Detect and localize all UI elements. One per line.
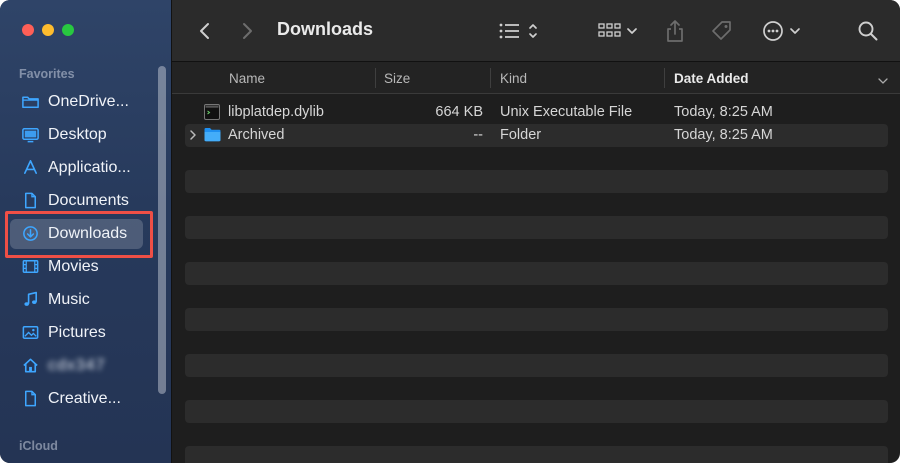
ellipsis-circle-icon: [762, 20, 804, 42]
column-divider[interactable]: [664, 68, 665, 88]
empty-row: [185, 216, 888, 239]
sidebar-item-label: Creative...: [48, 389, 121, 407]
back-button[interactable]: [198, 0, 212, 62]
empty-row: [185, 170, 888, 193]
sidebar-item-pictures[interactable]: Pictures: [0, 316, 172, 349]
sidebar-section-favorites: Favorites: [19, 67, 75, 81]
document-icon: [20, 191, 40, 211]
file-date-added: Today, 8:25 AM: [674, 127, 773, 143]
file-name: Archived: [228, 127, 285, 143]
sidebar-item-label: Music: [48, 290, 90, 308]
sidebar-section-icloud: iCloud: [19, 439, 58, 453]
empty-row: [185, 423, 888, 446]
file-size: --: [473, 127, 483, 143]
window-controls: [22, 24, 74, 36]
view-mode-button[interactable]: [498, 0, 542, 62]
executable-file-icon: [204, 104, 220, 124]
tag-button[interactable]: [710, 0, 734, 62]
column-divider[interactable]: [375, 68, 376, 88]
empty-row: [185, 331, 888, 354]
close-window-button[interactable]: [22, 24, 34, 36]
zoom-window-button[interactable]: [62, 24, 74, 36]
cloud-folder-icon: [20, 92, 40, 112]
desktop-icon: [20, 125, 40, 145]
sidebar-item-label: Movies: [48, 257, 99, 275]
finder-window: Favorites OneDrive... Desktop Applicatio…: [0, 0, 900, 463]
file-kind: Folder: [500, 127, 542, 143]
sidebar-item-label: Pictures: [48, 323, 106, 341]
disclosure-triangle-icon[interactable]: [189, 129, 197, 145]
column-header-size[interactable]: Size: [384, 62, 410, 94]
empty-row: [185, 239, 888, 262]
home-icon: [20, 356, 40, 376]
file-row[interactable]: libplatdep.dylib 664 KB Unix Executable …: [185, 101, 888, 124]
toolbar: Downloads: [172, 0, 900, 62]
search-icon: [857, 20, 879, 42]
empty-row: [185, 308, 888, 331]
sidebar-item-desktop[interactable]: Desktop: [0, 118, 172, 151]
sidebar-item-onedrive[interactable]: OneDrive...: [0, 85, 172, 118]
sidebar-item-label: Desktop: [48, 125, 107, 143]
file-kind: Unix Executable File: [500, 104, 633, 120]
tag-icon: [710, 19, 734, 43]
sidebar-item-creative[interactable]: Creative...: [0, 382, 172, 415]
sidebar-item-label: Applicatio...: [48, 158, 131, 176]
share-button[interactable]: [665, 0, 685, 62]
sidebar-item-applications[interactable]: Applicatio...: [0, 151, 172, 184]
file-size: 664 KB: [435, 104, 483, 120]
sort-descending-icon[interactable]: [878, 73, 888, 88]
empty-row: [185, 285, 888, 308]
group-button[interactable]: [598, 0, 642, 62]
annotation-highlight-box: [5, 211, 153, 258]
file-list: libplatdep.dylib 664 KB Unix Executable …: [185, 101, 888, 463]
folder-icon: [20, 389, 40, 409]
minimize-window-button[interactable]: [42, 24, 54, 36]
sidebar-item-label: OneDrive...: [48, 92, 129, 110]
empty-row: [185, 262, 888, 285]
sidebar-scrollbar[interactable]: [158, 66, 166, 394]
file-name: libplatdep.dylib: [228, 104, 324, 120]
action-menu-button[interactable]: [762, 0, 804, 62]
column-header-kind[interactable]: Kind: [500, 62, 527, 94]
sidebar-item-label: Documents: [48, 191, 129, 209]
applications-icon: [20, 158, 40, 178]
empty-row: [185, 147, 888, 170]
chevron-left-icon: [198, 21, 212, 41]
window-title: Downloads: [277, 19, 374, 39]
chevron-right-icon: [240, 21, 254, 41]
empty-row: [185, 377, 888, 400]
movies-icon: [20, 257, 40, 277]
share-icon: [665, 19, 685, 43]
empty-row: [185, 193, 888, 216]
sidebar-item-home[interactable]: cdx347: [0, 349, 172, 382]
column-divider[interactable]: [490, 68, 491, 88]
sidebar-item-label: cdx347: [48, 356, 106, 374]
file-row[interactable]: Archived -- Folder Today, 8:25 AM: [185, 124, 888, 147]
forward-button[interactable]: [240, 0, 254, 62]
pictures-icon: [20, 323, 40, 343]
column-header: Name Size Kind Date Added: [172, 62, 900, 94]
empty-row: [185, 400, 888, 423]
sidebar-item-music[interactable]: Music: [0, 283, 172, 316]
music-icon: [20, 290, 40, 310]
list-view-icon: [498, 21, 542, 41]
search-button[interactable]: [857, 0, 879, 62]
column-header-name[interactable]: Name: [229, 62, 265, 94]
sidebar: Favorites OneDrive... Desktop Applicatio…: [0, 0, 172, 463]
empty-row: [185, 446, 888, 463]
grid-group-icon: [598, 21, 642, 41]
file-date-added: Today, 8:25 AM: [674, 104, 773, 120]
empty-row: [185, 354, 888, 377]
folder-icon: [204, 127, 221, 146]
column-header-date-added[interactable]: Date Added: [674, 62, 749, 94]
